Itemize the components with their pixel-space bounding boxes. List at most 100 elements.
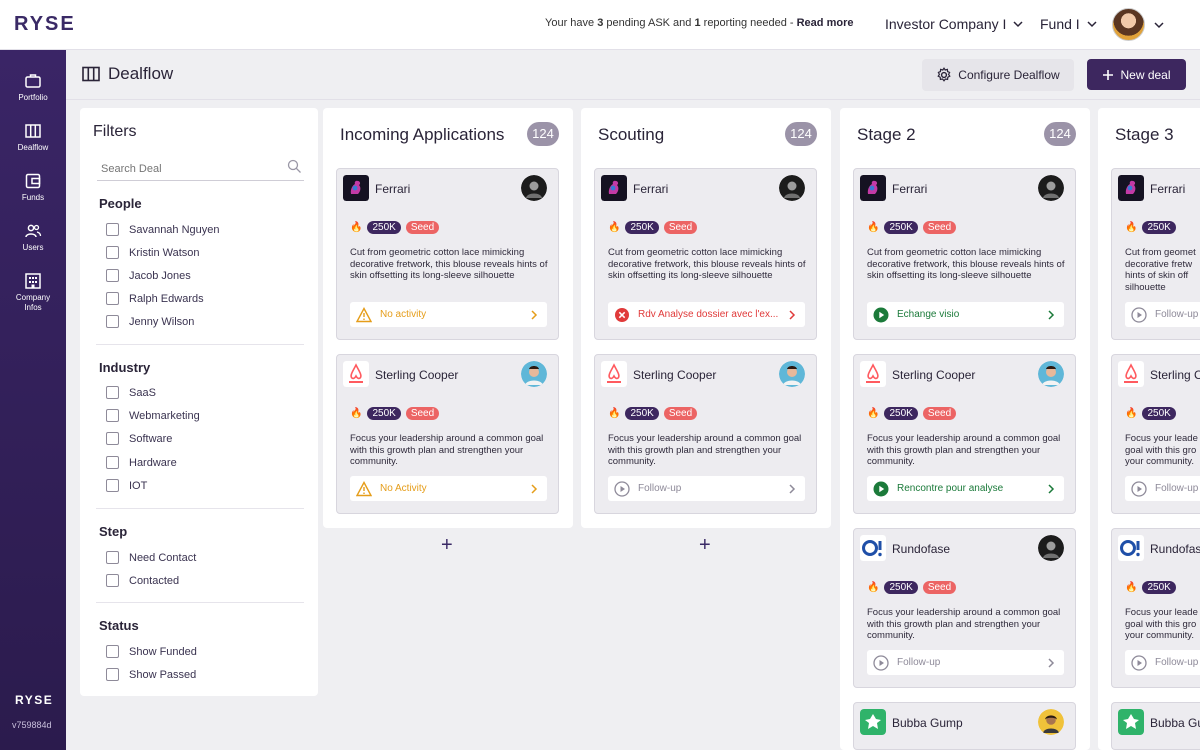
filter-checkbox[interactable]: SaaS bbox=[106, 386, 156, 399]
column-scouting: Scouting 124 Ferrari 🔥 250K Seed Cut fro… bbox=[581, 108, 831, 528]
company-selector[interactable]: Investor Company I bbox=[885, 16, 1024, 32]
stage-badge: Seed bbox=[405, 221, 440, 234]
activity-button[interactable]: No Activity bbox=[350, 476, 547, 501]
amount-badge: 250K bbox=[884, 407, 918, 420]
filter-checkbox[interactable]: Need Contact bbox=[106, 551, 196, 564]
search-deal-field[interactable] bbox=[97, 159, 304, 181]
activity-button[interactable]: Rdv Analyse dossier avec l'ex... bbox=[608, 302, 805, 327]
fund-selector[interactable]: Fund I bbox=[1040, 16, 1098, 32]
activity-button[interactable]: Follow-up bbox=[608, 476, 805, 501]
chevron-right-icon bbox=[789, 309, 796, 320]
deal-card[interactable]: Bubba Gu bbox=[1111, 702, 1200, 750]
filter-checkbox[interactable]: Contacted bbox=[106, 574, 179, 587]
deal-card[interactable]: Rundofase 🔥 250K Seed Focus your leaders… bbox=[853, 528, 1076, 688]
user-menu[interactable] bbox=[1112, 8, 1165, 41]
deal-description: Focus your leade goal with this gro your… bbox=[1125, 607, 1198, 641]
checkbox[interactable] bbox=[106, 456, 119, 469]
stage-badge: Seed bbox=[405, 407, 440, 420]
search-input[interactable] bbox=[97, 160, 277, 175]
avatar-icon bbox=[779, 175, 805, 201]
filters-title: Filters bbox=[93, 123, 137, 140]
app-logo[interactable]: RYSE bbox=[14, 13, 76, 36]
column-stage-2: Stage 2 124 Ferrari 🔥 250K Seed Cut from… bbox=[840, 108, 1090, 750]
activity-button[interactable]: Follow-up bbox=[867, 650, 1064, 675]
divider bbox=[96, 508, 304, 509]
fire-icon: 🔥 bbox=[867, 221, 880, 233]
checkbox[interactable] bbox=[106, 246, 119, 259]
checkbox[interactable] bbox=[106, 269, 119, 282]
chevron-right-icon bbox=[1048, 483, 1055, 494]
filter-checkbox[interactable]: IOT bbox=[106, 479, 147, 492]
error-circle-icon bbox=[615, 307, 629, 322]
filter-checkbox[interactable]: Ralph Edwards bbox=[106, 292, 204, 305]
activity-button[interactable]: Follow-up bbox=[1125, 302, 1200, 327]
search-icon[interactable] bbox=[287, 159, 302, 174]
checkbox[interactable] bbox=[106, 315, 119, 328]
filter-checkbox[interactable]: Webmarketing bbox=[106, 409, 200, 422]
filter-checkbox[interactable]: Hardware bbox=[106, 456, 177, 469]
deal-card[interactable]: Sterling Cooper 🔥 250K Seed Focus your l… bbox=[336, 354, 559, 514]
checkbox[interactable] bbox=[106, 432, 119, 445]
deal-card[interactable]: Bubba Gump bbox=[853, 702, 1076, 750]
chevron-down-icon bbox=[1087, 21, 1097, 28]
deal-card[interactable]: Rundofas 🔥 250K Focus your leade goal wi… bbox=[1111, 528, 1200, 688]
play-circle-icon bbox=[873, 307, 889, 322]
filter-checkbox[interactable]: Kristin Watson bbox=[106, 246, 200, 259]
deal-card[interactable]: Sterling Cooper 🔥 250K Seed Focus your l… bbox=[853, 354, 1076, 514]
filter-checkbox[interactable]: Savannah Nguyen bbox=[106, 223, 220, 236]
sidebar-item-dealflow[interactable]: Dealflow bbox=[0, 122, 66, 153]
read-more-link[interactable]: Read more bbox=[797, 17, 854, 29]
new-deal-button[interactable]: New deal bbox=[1087, 59, 1186, 90]
sidebar-item-company-infos[interactable]: Company Infos bbox=[0, 272, 66, 313]
play-circle-icon bbox=[873, 654, 889, 671]
column-title: Stage 2 bbox=[857, 125, 916, 144]
column-incoming-applications: Incoming Applications 124 Ferrari 🔥 250K… bbox=[323, 108, 573, 528]
filter-checkbox[interactable]: Jacob Jones bbox=[106, 269, 191, 282]
checkbox[interactable] bbox=[106, 668, 119, 681]
column-stage-3: Stage 3 Ferrari 🔥 250K Cut from geomet d… bbox=[1098, 108, 1200, 750]
checkbox[interactable] bbox=[106, 551, 119, 564]
checkbox[interactable] bbox=[106, 479, 119, 492]
filter-checkbox[interactable]: Jenny Wilson bbox=[106, 315, 194, 328]
filter-checkbox[interactable]: Show Passed bbox=[106, 668, 196, 681]
company-name: Ferrari bbox=[1150, 182, 1186, 196]
checkbox[interactable] bbox=[106, 223, 119, 236]
deal-card[interactable]: Ferrari 🔥 250K Seed Cut from geometric c… bbox=[336, 168, 559, 340]
company-name: Ferrari bbox=[375, 182, 411, 196]
deal-card[interactable]: Sterling Cooper 🔥 250K Seed Focus your l… bbox=[594, 354, 817, 514]
deal-description: Focus your leadership around a common go… bbox=[350, 433, 544, 467]
company-name: Bubba Gu bbox=[1150, 716, 1200, 730]
activity-button[interactable]: Follow-up bbox=[1125, 476, 1200, 501]
filter-checkbox[interactable]: Show Funded bbox=[106, 645, 197, 658]
deal-tags: 🔥 250K bbox=[1125, 221, 1176, 234]
chevron-right-icon bbox=[1048, 309, 1055, 320]
checkbox[interactable] bbox=[106, 574, 119, 587]
activity-button[interactable]: Echange visio bbox=[867, 302, 1064, 327]
checkbox[interactable] bbox=[106, 409, 119, 422]
deal-card[interactable]: Sterling C 🔥 250K Focus your leade goal … bbox=[1111, 354, 1200, 514]
activity-button[interactable]: Follow-up bbox=[1125, 650, 1200, 675]
fire-icon: 🔥 bbox=[867, 581, 880, 593]
filter-checkbox[interactable]: Software bbox=[106, 432, 172, 445]
add-card-button[interactable]: + bbox=[441, 535, 453, 555]
deal-description: Focus your leadership around a common go… bbox=[867, 607, 1061, 641]
fire-icon: 🔥 bbox=[867, 407, 880, 419]
activity-button[interactable]: Rencontre pour analyse bbox=[867, 476, 1064, 501]
sidebar-item-portfolio[interactable]: Portfolio bbox=[0, 72, 66, 103]
deal-card[interactable]: Ferrari 🔥 250K Cut from geomet decorativ… bbox=[1111, 168, 1200, 340]
add-card-button[interactable]: + bbox=[699, 535, 711, 555]
deal-card[interactable]: Ferrari 🔥 250K Seed Cut from geometric c… bbox=[853, 168, 1076, 340]
column-count-badge: 124 bbox=[785, 122, 817, 146]
checkbox[interactable] bbox=[106, 292, 119, 305]
sidebar-item-users[interactable]: Users bbox=[0, 222, 66, 253]
warning-icon bbox=[356, 306, 372, 322]
deal-card[interactable]: Ferrari 🔥 250K Seed Cut from geometric c… bbox=[594, 168, 817, 340]
checkbox[interactable] bbox=[106, 645, 119, 658]
sidebar-item-funds[interactable]: Funds bbox=[0, 172, 66, 203]
play-circle-icon bbox=[873, 481, 889, 496]
deal-tags: 🔥 250K Seed bbox=[867, 581, 957, 594]
amount-badge: 250K bbox=[884, 581, 918, 594]
configure-dealflow-button[interactable]: Configure Dealflow bbox=[922, 59, 1074, 91]
checkbox[interactable] bbox=[106, 386, 119, 399]
activity-button[interactable]: No activity bbox=[350, 302, 547, 327]
